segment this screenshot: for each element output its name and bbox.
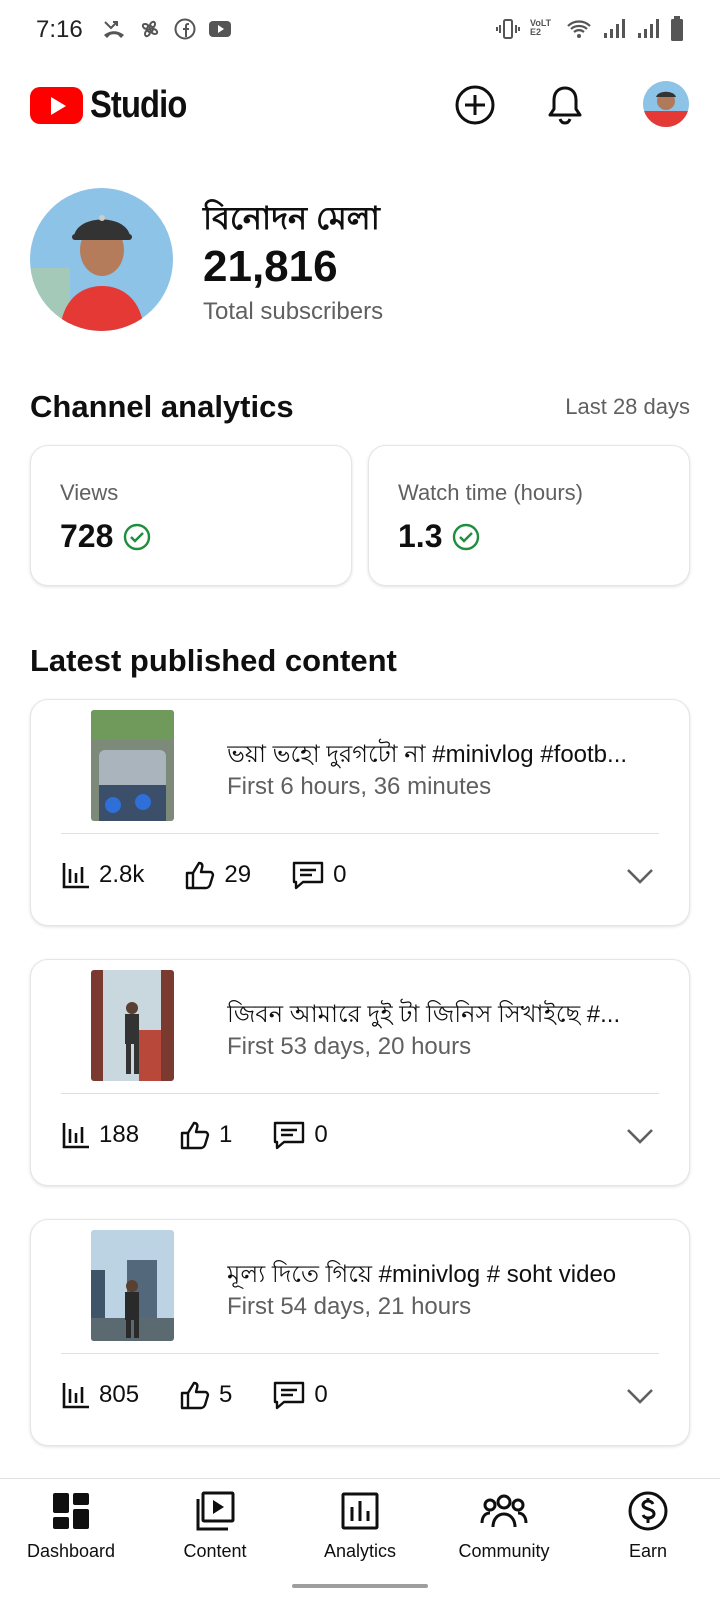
like-icon: [180, 1381, 210, 1410]
like-icon: [180, 1121, 210, 1150]
comments-count: 0: [314, 1381, 328, 1408]
video-title: মূল্য দিতে গিয়ে #minivlog # soht video: [227, 1261, 617, 1288]
likes-count: 29: [224, 861, 252, 888]
vibrate-icon: [496, 19, 520, 39]
facebook-icon: [174, 18, 196, 40]
analytics-icon: [341, 1492, 379, 1530]
notification-icons: [102, 18, 232, 40]
bottom-navigation: Dashboard Content Analytics Community Ea…: [0, 1478, 720, 1600]
bell-icon: [548, 86, 582, 125]
video-stats: 2.8k 29 0: [61, 860, 386, 890]
missed-call-icon: [104, 21, 124, 38]
nav-earn[interactable]: Earn: [583, 1489, 713, 1562]
likes-count: 5: [219, 1381, 233, 1408]
video-age: First 6 hours, 36 minutes: [227, 773, 492, 800]
signal-icon: [638, 19, 659, 38]
latest-content-title: Latest published content: [30, 643, 397, 678]
video-title: ভয়া ভহো দুরগটো না #minivlog #footb...: [227, 741, 628, 768]
signal-icon: [604, 19, 625, 38]
content-card[interactable]: ভয়া ভহো দুরগটো না #minivlog #footb... F…: [30, 699, 690, 926]
like-icon: [186, 861, 215, 890]
comment-icon: [274, 1381, 305, 1410]
nav-label: Content: [183, 1541, 247, 1561]
youtube-icon: [209, 21, 231, 37]
channel-summary: বিনোদন মেলা 21,816 Total subscribers: [30, 188, 690, 333]
create-button[interactable]: [452, 82, 498, 128]
comment-icon: [274, 1121, 305, 1150]
pinwheel-icon: [141, 20, 159, 38]
content-icon: [196, 1491, 235, 1531]
video-stats: 805 5 0: [61, 1380, 368, 1410]
nav-label: Analytics: [323, 1541, 397, 1561]
analytics-icon: [62, 1123, 89, 1149]
video-title: জিবন আমারে দুই টা জিনিস সিখাইছে #...: [227, 1001, 621, 1028]
community-icon: [480, 1494, 528, 1528]
watch-time-card[interactable]: Watch time (hours) 1.3: [368, 445, 690, 586]
analytics-range: Last 28 days: [565, 394, 690, 419]
video-age: First 53 days, 20 hours: [227, 1033, 472, 1060]
chevron-down-icon[interactable]: [625, 1126, 655, 1146]
divider: [61, 833, 659, 834]
notifications-button[interactable]: [542, 82, 588, 128]
home-indicator[interactable]: [292, 1584, 428, 1588]
earn-icon: [628, 1491, 668, 1531]
views-count: 2.8k: [99, 861, 145, 888]
app-header: Studio: [0, 70, 720, 140]
volte-icon: VoLTE2: [530, 19, 552, 37]
chevron-down-icon[interactable]: [625, 1386, 655, 1406]
nav-label: Dashboard: [26, 1541, 116, 1561]
video-thumbnail[interactable]: [91, 970, 174, 1081]
comments-count: 0: [333, 861, 347, 888]
comment-icon: [292, 861, 324, 890]
metric-label: Views: [60, 480, 119, 505]
metric-value: 728: [60, 518, 114, 554]
system-icons: VoLTE2: [496, 16, 684, 42]
video-age: First 54 days, 21 hours: [227, 1293, 472, 1320]
video-thumbnail[interactable]: [91, 1230, 174, 1341]
views-card[interactable]: Views 728: [30, 445, 352, 586]
studio-logo[interactable]: Studio: [30, 84, 202, 127]
check-circle-icon: [453, 523, 480, 550]
check-circle-icon: [124, 523, 151, 550]
chevron-down-icon[interactable]: [625, 866, 655, 886]
likes-count: 1: [219, 1121, 233, 1148]
nav-analytics[interactable]: Analytics: [295, 1489, 425, 1562]
nav-label: Community: [458, 1541, 550, 1561]
youtube-logo-icon: [30, 87, 83, 124]
nav-label: Earn: [628, 1541, 668, 1561]
account-avatar[interactable]: [643, 81, 689, 127]
analytics-icon: [62, 863, 89, 889]
logo-text: Studio: [90, 84, 187, 126]
dashboard-icon: [53, 1493, 89, 1529]
plus-circle-icon: [455, 85, 495, 125]
comments-count: 0: [314, 1121, 328, 1148]
analytics-title: Channel analytics: [30, 389, 294, 424]
views-count: 188: [99, 1121, 140, 1148]
metric-label: Watch time (hours): [398, 480, 584, 505]
status-bar: 7:16 VoLTE2: [0, 0, 720, 62]
nav-dashboard[interactable]: Dashboard: [6, 1489, 136, 1562]
subscriber-count: 21,816: [203, 242, 338, 291]
video-thumbnail[interactable]: [91, 710, 174, 821]
channel-avatar[interactable]: [30, 188, 173, 331]
views-count: 805: [99, 1381, 140, 1408]
video-stats: 188 1 0: [61, 1120, 368, 1150]
avatar: [30, 188, 173, 331]
nav-content[interactable]: Content: [150, 1489, 280, 1562]
analytics-icon: [62, 1383, 89, 1409]
divider: [61, 1093, 659, 1094]
battery-icon: [671, 16, 683, 41]
subscriber-label: Total subscribers: [203, 298, 384, 325]
nav-community[interactable]: Community: [439, 1489, 569, 1562]
avatar: [643, 81, 689, 127]
divider: [61, 1353, 659, 1354]
channel-name: বিনোদন মেলা: [203, 200, 380, 236]
content-card[interactable]: মূল্য দিতে গিয়ে #minivlog # soht video …: [30, 1219, 690, 1446]
content-card[interactable]: জিবন আমারে দুই টা জিনিস সিখাইছে #... Fir…: [30, 959, 690, 1186]
wifi-icon: [567, 20, 591, 38]
status-time: 7:16: [36, 16, 83, 43]
metric-value: 1.3: [398, 518, 443, 554]
